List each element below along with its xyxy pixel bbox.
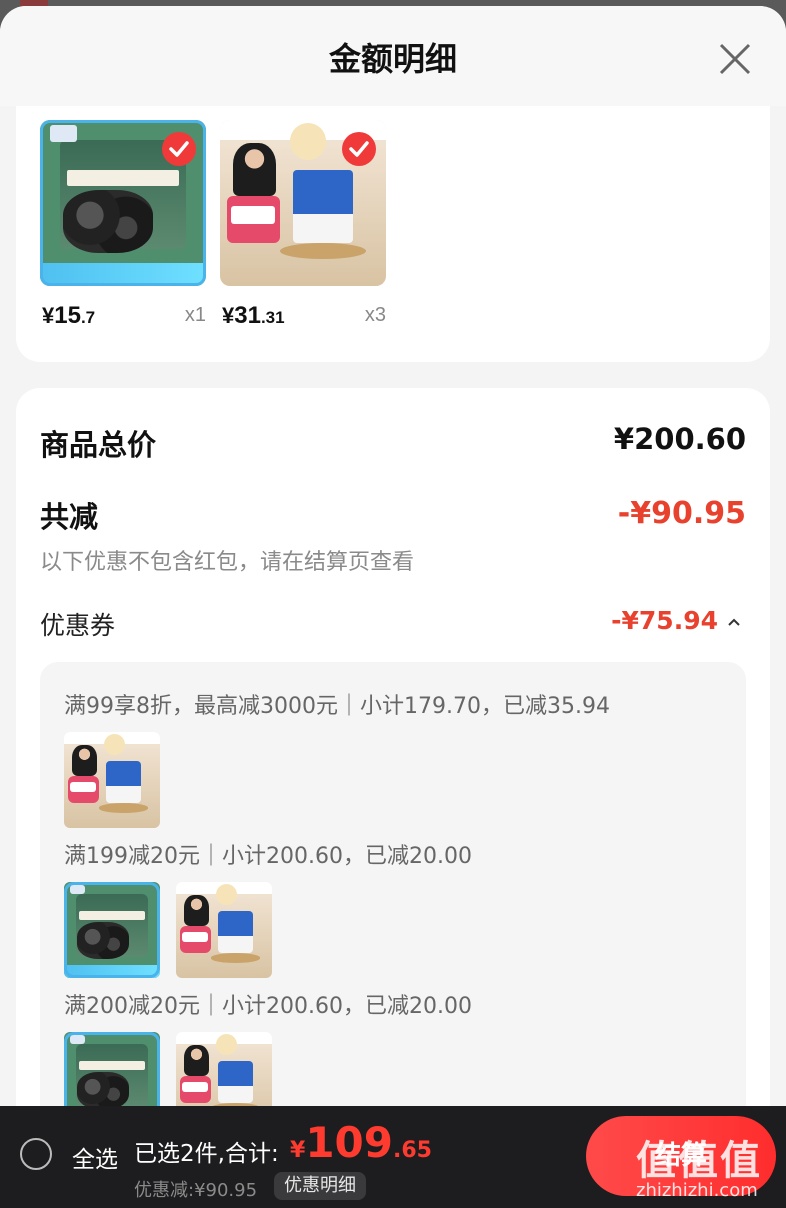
- discount-detail-button[interactable]: 优惠明细: [274, 1172, 366, 1200]
- red-packet-note: 以下优惠不包含红包，请在结算页查看: [40, 550, 415, 575]
- amount-detail-sheet: 金额明细 ¥15.7 x1 ¥31.31 x3 商品总价 ¥200.60 共减 …: [0, 6, 786, 1208]
- close-icon: [719, 43, 751, 75]
- total-amount: ¥109.65: [290, 1118, 432, 1167]
- watermark-text: 值值值: [636, 1138, 762, 1184]
- coupon-item-black-fungus: [64, 882, 160, 978]
- watermark-url: zhizhizhi.com: [636, 1180, 758, 1201]
- coupon-detail-box: 满99享8折，最高减3000元｜小计179.70，已减35.94 满199减20…: [40, 662, 746, 1162]
- coupon-rule-text: 满199减20元｜小计200.60，已减20.00: [64, 844, 472, 869]
- total-reduction-value: -¥90.95: [617, 496, 746, 531]
- product-image-milk-powder: [220, 120, 386, 286]
- checked-icon[interactable]: [162, 132, 196, 166]
- coupon-rule-text: 满200减20元｜小计200.60，已减20.00: [64, 994, 472, 1019]
- total-reduction-label: 共减: [40, 500, 99, 534]
- select-all-label[interactable]: 全选: [72, 1140, 118, 1174]
- product-image-black-fungus: [40, 120, 206, 286]
- coupon-value[interactable]: -¥75.94: [611, 606, 718, 635]
- sheet-header: 金额明细: [0, 6, 786, 106]
- coupon-rule-text: 满99享8折，最高减3000元｜小计179.70，已减35.94: [64, 694, 610, 719]
- selected-count-text: 已选2件,合计:: [134, 1141, 279, 1167]
- close-button[interactable]: [712, 36, 758, 82]
- product-item[interactable]: ¥15.7 x1: [40, 120, 206, 340]
- product-card: ¥15.7 x1 ¥31.31 x3: [16, 106, 770, 362]
- coupon-item-milk-powder: [176, 882, 272, 978]
- coupon-label[interactable]: 优惠券: [40, 606, 115, 642]
- sheet-title: 金额明细: [328, 40, 457, 78]
- summary-card: 商品总价 ¥200.60 共减 -¥90.95 以下优惠不包含红包，请在结算页查…: [16, 388, 770, 1162]
- checked-icon[interactable]: [342, 132, 376, 166]
- product-item[interactable]: ¥31.31 x3: [220, 120, 386, 340]
- coupon-item-milk-powder: [64, 732, 160, 828]
- product-quantity: x3: [364, 304, 386, 326]
- chevron-up-icon[interactable]: [726, 614, 742, 628]
- product-price: ¥15.7: [42, 302, 96, 329]
- product-quantity: x1: [184, 304, 206, 326]
- product-price: ¥31.31: [222, 302, 285, 329]
- total-price-value: ¥200.60: [613, 422, 746, 456]
- total-price-label: 商品总价: [40, 428, 157, 462]
- select-all-radio[interactable]: [20, 1138, 52, 1170]
- discount-text: 优惠减:¥90.95: [134, 1180, 258, 1201]
